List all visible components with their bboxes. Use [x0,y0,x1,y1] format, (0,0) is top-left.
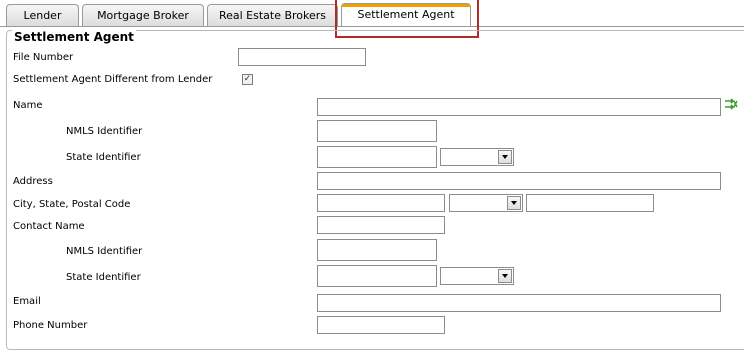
nmls-identifier-label: NMLS Identifier [66,246,143,257]
contact-nmls-identifier-input[interactable] [317,239,437,261]
name-input[interactable] [317,98,721,116]
contact-state-identifier-input[interactable] [317,265,437,287]
contact-state-identifier-select[interactable] [440,267,514,285]
nmls-identifier-input[interactable] [317,120,437,142]
file-number-label: File Number [13,52,74,63]
different-from-lender-label: Settlement Agent Different from Lender [13,74,213,85]
contact-name-label: Contact Name [13,221,85,232]
email-label: Email [13,296,41,307]
state-select[interactable] [449,194,523,212]
address-input[interactable] [317,172,721,190]
state-identifier-input[interactable] [317,146,437,168]
chevron-down-icon[interactable] [498,269,512,283]
tab-label: Real Estate Brokers [218,9,327,22]
chevron-down-icon[interactable] [498,150,512,164]
name-label: Name [13,100,43,111]
phone-number-label: Phone Number [13,320,88,331]
tab-label: Mortgage Broker [97,9,189,22]
address-label: Address [13,176,53,187]
swap-arrows-icon[interactable] [724,98,740,110]
tab-label: Lender [23,9,62,22]
postal-code-input[interactable] [526,194,654,212]
different-from-lender-checkbox[interactable]: ✓ [242,74,253,85]
chevron-down-icon[interactable] [507,196,521,210]
nmls-identifier-label: NMLS Identifier [66,126,143,137]
city-state-postal-label: City, State, Postal Code [13,199,131,210]
file-number-input[interactable] [238,48,366,66]
phone-number-input[interactable] [317,316,445,334]
state-identifier-select[interactable] [440,148,514,166]
state-identifier-label: State Identifier [66,152,141,163]
section-title: Settlement Agent [12,30,136,44]
state-identifier-label: State Identifier [66,272,141,283]
tab-lender[interactable]: Lender [6,4,79,26]
email-input[interactable] [317,294,721,312]
contact-name-input[interactable] [317,216,445,234]
tab-real-estate-brokers[interactable]: Real Estate Brokers [207,4,338,26]
tab-mortgage-broker[interactable]: Mortgage Broker [82,4,204,26]
city-input[interactable] [317,194,445,212]
